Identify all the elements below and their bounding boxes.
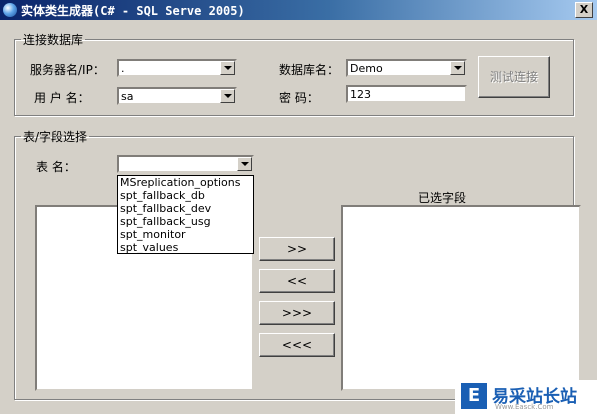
- database-dropdown-arrow[interactable]: [450, 61, 465, 75]
- remove-field-button[interactable]: <<: [259, 269, 335, 293]
- table-field-legend: 表/字段选择: [23, 130, 88, 144]
- server-label: 服务器名/IP：: [30, 63, 105, 77]
- connection-legend: 连接数据库: [23, 33, 84, 47]
- dropdown-option[interactable]: spt_fallback_usg: [118, 215, 253, 228]
- dropdown-option[interactable]: spt_values: [118, 241, 253, 254]
- database-value: Demo: [350, 62, 383, 75]
- password-value: 123: [350, 88, 371, 101]
- add-field-label: >>: [286, 242, 308, 256]
- dropdown-option[interactable]: spt_fallback_db: [118, 189, 253, 202]
- chevron-down-icon: [224, 94, 232, 98]
- dropdown-option[interactable]: MSreplication_options: [118, 176, 253, 189]
- database-label: 数据库名：: [279, 63, 340, 77]
- table-name-label: 表 名：: [36, 160, 76, 174]
- add-all-fields-button[interactable]: >>>: [259, 301, 335, 325]
- watermark-subtext: Www.Easck.Com: [495, 403, 554, 411]
- add-field-button[interactable]: >>: [259, 237, 335, 261]
- username-label: 用 户 名：: [34, 91, 90, 105]
- username-dropdown-arrow[interactable]: [220, 89, 235, 103]
- remove-all-fields-label: <<<: [281, 338, 313, 352]
- title-bar: 实体类生成器(C# - SQL Serve 2005) X: [0, 0, 597, 20]
- database-combobox[interactable]: Demo: [346, 59, 467, 77]
- dropdown-option[interactable]: spt_monitor: [118, 228, 253, 241]
- chevron-down-icon: [241, 162, 249, 166]
- server-value: .: [121, 62, 125, 75]
- chevron-down-icon: [224, 66, 232, 70]
- chevron-down-icon: [454, 66, 462, 70]
- password-field[interactable]: 123: [346, 85, 467, 103]
- table-dropdown-list[interactable]: MSreplication_options spt_fallback_db sp…: [117, 175, 254, 254]
- username-value: sa: [121, 90, 134, 103]
- password-label: 密 码：: [279, 91, 319, 105]
- server-dropdown-arrow[interactable]: [220, 61, 235, 75]
- selected-fields-label: 已选字段: [418, 191, 467, 205]
- close-button[interactable]: X: [575, 2, 593, 18]
- add-all-fields-label: >>>: [281, 306, 313, 320]
- table-dropdown-arrow[interactable]: [237, 157, 252, 171]
- selected-fields-list[interactable]: [341, 205, 581, 391]
- test-connection-label: 测试连接: [489, 70, 538, 84]
- watermark: E 易采站长站 Www.Easck.Com: [455, 380, 597, 414]
- remove-all-fields-button[interactable]: <<<: [259, 333, 335, 357]
- window-title: 实体类生成器(C# - SQL Serve 2005): [21, 4, 245, 18]
- server-combobox[interactable]: .: [117, 59, 237, 77]
- test-connection-button[interactable]: 测试连接: [478, 56, 550, 98]
- watermark-logo: E: [461, 383, 487, 409]
- app-icon: [3, 3, 17, 17]
- dropdown-option[interactable]: spt_fallback_dev: [118, 202, 253, 215]
- remove-field-label: <<: [286, 274, 308, 288]
- username-combobox[interactable]: sa: [117, 87, 237, 105]
- table-name-combobox[interactable]: [117, 155, 254, 173]
